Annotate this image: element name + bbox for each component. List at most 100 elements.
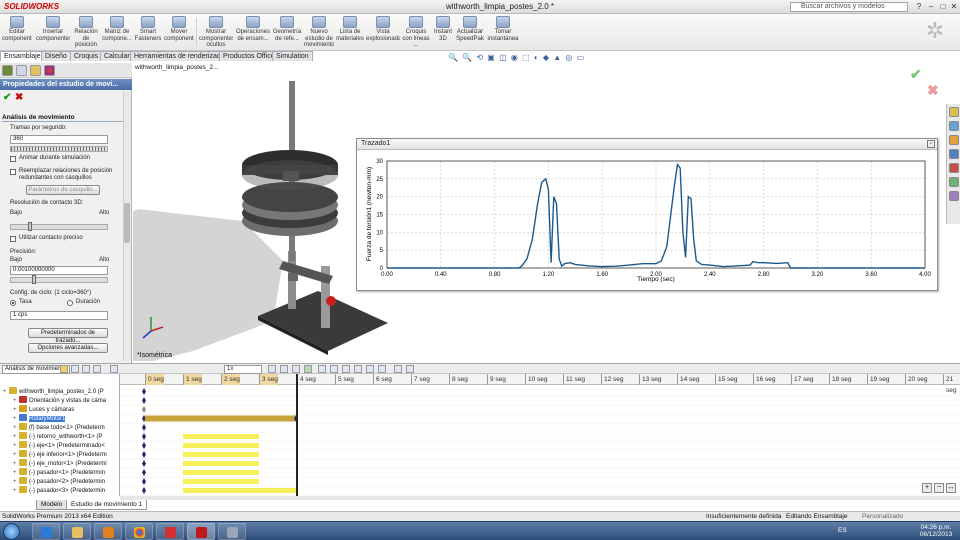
contact-icon[interactable] [366,365,374,373]
search-input[interactable]: Buscar archivos y modelos [790,2,908,12]
animation-wizard-icon[interactable] [280,365,288,373]
flyout-tree-root[interactable]: withworth_limpia_postes_2... [135,64,218,71]
key-point[interactable] [142,424,146,431]
explode-line-sketch-button[interactable]: Croquis con líneas ... [402,16,430,49]
tree-row[interactable]: + Orientación y vistas de cáma [0,396,120,405]
play-icon[interactable] [82,365,90,373]
plot-close-button[interactable]: ▫ [927,140,935,148]
confirmation-ok-icon[interactable]: ✔ [910,66,922,83]
taskbar-media[interactable] [94,523,122,540]
tree-row[interactable]: + (-) eje_motor<1> (Predetermi [0,459,120,468]
property-manager-icon[interactable] [16,65,27,76]
custom-units-status[interactable]: Personalizado [862,512,903,521]
calculate-icon[interactable] [60,365,68,373]
start-button[interactable] [3,523,20,540]
change-bar[interactable] [183,461,259,466]
advanced-options-button[interactable]: Opciones avanzadas... [28,343,108,353]
taskbar-chrome[interactable] [125,523,153,540]
autokey-icon[interactable] [292,365,300,373]
tab-model[interactable]: Modelo [36,500,68,510]
animate-checkbox[interactable] [10,156,16,162]
duration-radio[interactable] [67,300,73,306]
results-plots-icon[interactable] [394,365,402,373]
close-button[interactable]: ✕ [947,1,960,12]
move-component-button[interactable]: Mover componente [164,16,194,49]
configuration-manager-icon[interactable] [30,65,41,76]
taskbar-explorer[interactable] [63,523,91,540]
resources-icon[interactable] [949,107,959,117]
change-bar[interactable] [183,443,259,448]
ok-check-icon[interactable]: ✔ [3,92,11,103]
tab-simulation[interactable]: Simulation [272,51,313,61]
tab-croquis[interactable]: Croquis [70,51,103,61]
plot-window[interactable]: Trazado1 ▫ 0.00 0.40 0.80 1.20 1.60 2.00 2.40 2… [356,138,938,291]
feature-manager-icon[interactable] [2,65,13,76]
taskbar-ie[interactable] [32,523,60,540]
change-bar[interactable] [145,415,297,422]
gravity-icon[interactable] [378,365,386,373]
key-point[interactable] [142,397,146,404]
key-point[interactable] [142,451,146,458]
tab-diseno[interactable]: Diseño [41,51,71,61]
precision-input[interactable]: 0.00100000000 [10,266,108,275]
taskbar-app[interactable] [218,523,246,540]
add-key-icon[interactable] [304,365,312,373]
tree-row[interactable]: + (-) retorno_withworth<1> (P [0,432,120,441]
stop-icon[interactable] [93,365,101,373]
key-point[interactable] [142,460,146,467]
trace-defaults-button[interactable]: Predeterminados de trazado... [28,328,108,344]
tree-row[interactable]: + (-) eje<1> (Predeterminado< [0,441,120,450]
tree-row[interactable]: + (f) base todo<1> (Predeterm [0,423,120,432]
replace-mates-checkbox[interactable] [10,169,16,175]
bushing-parameters-button[interactable]: Parámetros de casquillo... [26,185,100,195]
key-point[interactable] [142,433,146,440]
key-point[interactable] [142,478,146,485]
key-point[interactable] [142,442,146,449]
contact-resolution-slider[interactable] [10,224,108,230]
tree-row[interactable]: + withworth_limpia_postes_2.0 (P [0,387,120,396]
design-library-icon[interactable] [949,121,959,131]
taskbar-solidworks[interactable] [187,523,215,540]
smart-fasteners-button[interactable]: Smart Fasteners [134,16,162,49]
taskbar-pdf[interactable] [156,523,184,540]
contact-resolution-thumb[interactable] [28,222,32,231]
timeline-ruler[interactable]: 0 seg 1 seg 2 seg 3 seg 4 seg 5 seg 6 seg 7 seg… [120,374,960,394]
heads-up-view-toolbar[interactable]: 🔍 🔍 ⟲ ▣ ◫ ◉ ⬚ ◐ ◆ ▲ ◎ ▭ [448,53,648,64]
tree-row[interactable]: + RotaryMotor1 [0,414,120,423]
force-icon[interactable] [354,365,362,373]
exploded-view-button[interactable]: Vista explosionada [366,16,400,49]
motion-analysis-group-header[interactable]: Análisis de movimiento [2,113,126,122]
assembly-features-button[interactable]: Operaciones de ensam... [236,16,270,49]
language-indicator[interactable]: ES [838,527,847,534]
tab-render-tools[interactable]: Herramientas de renderizado [130,51,229,61]
cycle-rate-input[interactable]: 1 cps [10,311,108,320]
key-point[interactable] [142,469,146,476]
solidworks-logo[interactable]: SOLIDWORKS [4,2,59,12]
mate-button[interactable]: Relación de posición [72,16,100,49]
time-bar[interactable] [296,374,298,496]
precision-slider[interactable] [10,277,108,283]
confirmation-cancel-icon[interactable]: ✖ [927,82,939,99]
custom-properties-icon[interactable] [949,177,959,187]
change-bar[interactable] [183,479,259,484]
change-bar[interactable] [183,470,259,475]
tab-motion-study-1[interactable]: Estudio de movimiento 1 [66,500,148,510]
motion-study-properties-icon[interactable] [406,365,414,373]
show-hidden-components-button[interactable]: Mostrar componentes ocultos [199,16,233,49]
change-bar[interactable] [183,488,297,493]
update-speedpak-button[interactable]: Actualizar SpeedPak [456,16,484,49]
plot-titlebar[interactable]: Trazado1 ▫ [357,139,937,150]
display-manager-icon[interactable] [44,65,55,76]
key-point[interactable] [142,487,146,494]
precise-contact-checkbox[interactable] [10,236,16,242]
file-explorer-icon[interactable] [949,135,959,145]
zoom-fit-icon[interactable]: ↔ [946,483,956,493]
key-point[interactable] [142,406,146,413]
panel-scroll-thumb[interactable] [124,203,130,243]
cancel-x-icon[interactable]: ✖ [15,92,23,103]
insert-components-button[interactable]: Insertar componentes [36,16,70,49]
change-bar[interactable] [183,452,259,457]
reference-geometry-button[interactable]: Geometría de refe... [272,16,302,49]
component-pattern-button[interactable]: Matriz de compone... [102,16,132,49]
edit-component-button[interactable]: Editar componente [2,16,32,49]
